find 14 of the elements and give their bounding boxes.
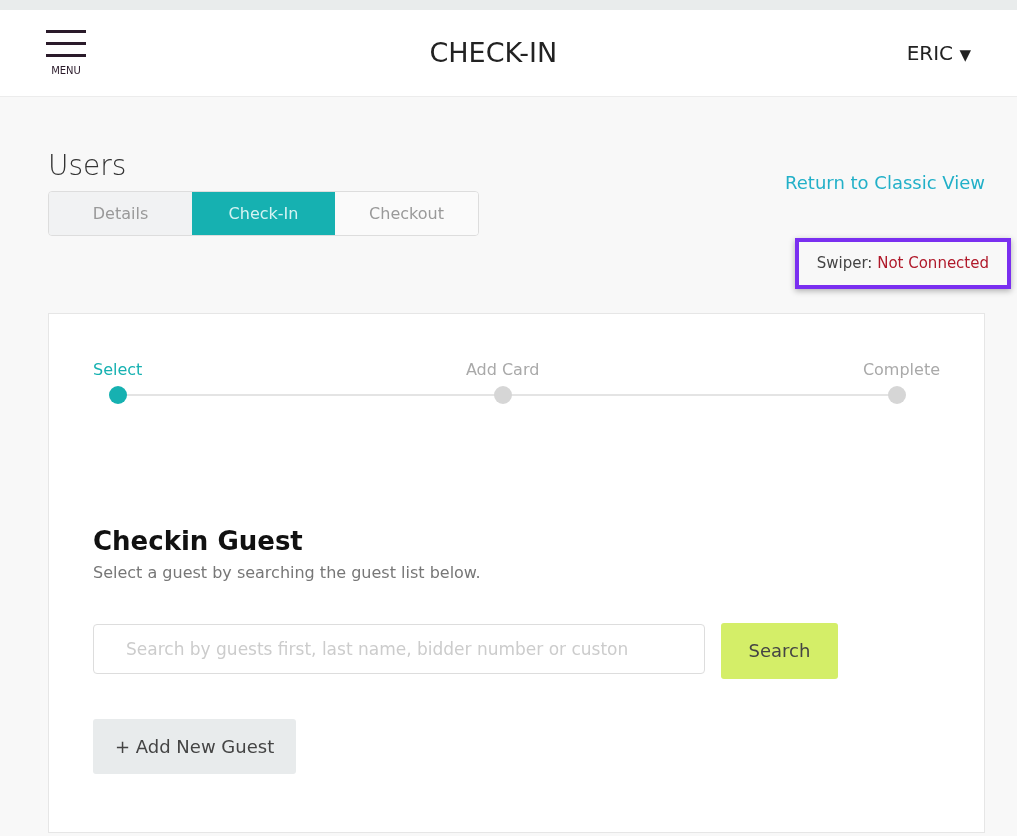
- menu-button[interactable]: MENU: [46, 28, 86, 78]
- step-label: Select: [93, 358, 143, 381]
- search-button[interactable]: Search: [721, 622, 838, 679]
- caret-icon: ▼: [959, 46, 971, 64]
- form-title: Checkin Guest: [93, 524, 304, 558]
- step-label: Add Card: [465, 358, 540, 381]
- menu-icon: [46, 28, 86, 59]
- user-menu-button[interactable]: ERIC ▼: [900, 37, 977, 69]
- section-title: Users: [48, 148, 128, 184]
- step-label: Complete: [862, 358, 940, 381]
- page-title: CHECK-IN: [429, 35, 558, 70]
- add-guest-button[interactable]: + Add New Guest: [93, 718, 297, 774]
- swiper-status: Swiper: Not Connected: [794, 238, 1011, 289]
- form-subtitle: Select a guest by searching the guest list below.: [93, 561, 482, 584]
